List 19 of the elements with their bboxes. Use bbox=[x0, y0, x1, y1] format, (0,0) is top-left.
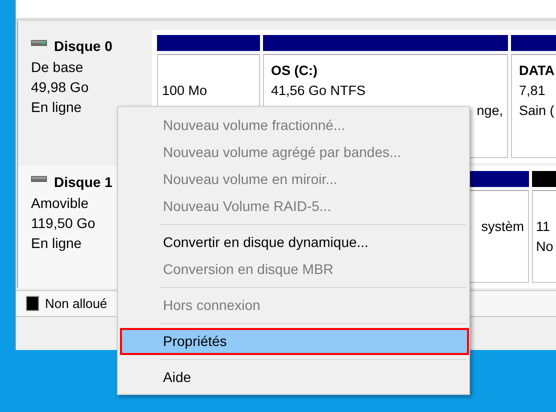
disk-detail: En ligne bbox=[31, 234, 83, 253]
partition-info: 100 Mo bbox=[162, 82, 208, 100]
partition-info: Sain ( bbox=[519, 102, 556, 120]
disk-detail: Amovible bbox=[31, 194, 90, 213]
legend-label: Non alloué bbox=[45, 296, 108, 311]
partition-info: 41,56 Go NTFS bbox=[271, 82, 367, 100]
disk-detail: De base bbox=[31, 58, 84, 77]
partition-name: OS (C:) bbox=[271, 62, 318, 80]
partition-info: 11 bbox=[536, 218, 552, 236]
partition-info: systèm bbox=[481, 218, 525, 236]
disk-name: Disque 1 bbox=[54, 173, 112, 191]
partition-name: DATA bbox=[519, 62, 556, 80]
partition-info: No bbox=[536, 238, 554, 256]
partition-info: nge, bbox=[476, 102, 504, 120]
disk-detail: 119,50 Go bbox=[31, 214, 96, 233]
disk-detail: 49,98 Go bbox=[31, 78, 90, 97]
disk-detail: En ligne bbox=[31, 98, 83, 117]
disk-name: Disque 0 bbox=[54, 37, 112, 55]
partition-info: 7,81 bbox=[519, 82, 546, 100]
